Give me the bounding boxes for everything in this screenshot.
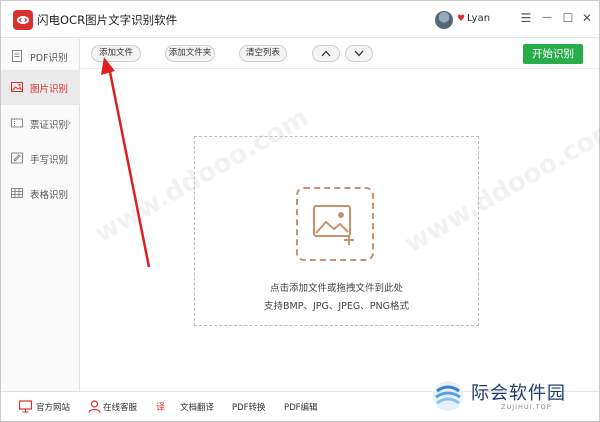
sidebar-item-label: 手写识别 [30,155,69,166]
sidebar-item-handwriting[interactable]: 手写识别 [1,141,80,176]
table-icon [11,188,23,198]
close-button[interactable]: ✕ [579,9,595,27]
sidebar-item-table[interactable]: 表格识别 [1,176,80,211]
add-file-button[interactable]: 添加文件 [91,45,141,62]
sidebar-item-ticket[interactable]: 票证识别 › [1,106,80,141]
pdf-edit-link[interactable]: PDF编辑 [284,401,318,413]
sidebar: PDF识别 图片识别 票证识别 › 手写识别 表格识别 [1,39,80,391]
app-window: www.ddooo.com www.ddooo.com 闪电OCR图片文字识别软… [0,0,600,422]
minimize-button[interactable]: — [539,9,555,27]
add-image-button[interactable] [296,187,374,261]
toolbar: 添加文件 添加文件夹 清空列表 开始识别 [81,39,599,69]
svg-text:译: 译 [156,402,165,413]
move-up-button[interactable] [312,45,340,62]
app-logo-icon [13,10,33,30]
handwriting-icon [11,152,23,164]
title-bar: 闪电OCR图片文字识别软件 ♥ Lyan ☰ — ☐ ✕ [1,1,599,38]
start-recognition-button[interactable]: 开始识别 [523,44,583,64]
sidebar-item-pdf[interactable]: PDF识别 [1,39,80,74]
drop-hint-text: 点击添加文件或拖拽文件到此处 [269,283,403,294]
sidebar-item-image[interactable]: 图片识别 [1,70,80,105]
official-website-link[interactable]: 官方网站 [36,401,70,413]
translate-icon: 译 [156,402,165,413]
pdf-convert-link[interactable]: PDF转换 [232,401,266,413]
monitor-icon [19,400,32,413]
avatar[interactable] [435,11,453,29]
sidebar-item-label: 票证识别 [30,120,69,131]
vip-heart-icon: ♥ [457,14,466,24]
brand-watermark-text: 际会软件园 [471,383,566,404]
chevron-up-icon [321,50,331,57]
sidebar-item-label: 图片识别 [30,84,69,95]
username[interactable]: Lyan [467,13,490,24]
maximize-button[interactable]: ☐ [560,9,576,27]
document-translation-link[interactable]: 文档翻译 [180,401,214,413]
sidebar-item-label: PDF识别 [30,53,68,64]
image-icon [11,82,23,92]
add-image-icon [313,205,354,245]
support-icon [88,400,101,413]
pdf-icon [12,50,22,62]
online-support-link[interactable]: 在线客服 [103,401,137,413]
menu-button[interactable]: ☰ [518,9,534,27]
file-drop-zone[interactable]: 点击添加文件或拖拽文件到此处 支持BMP、JPG、JPEG、PNG格式 [194,136,479,326]
brand-watermark-subtext: ZUJIHUI.TOP [501,403,552,411]
add-folder-button[interactable]: 添加文件夹 [165,45,215,62]
app-title: 闪电OCR图片文字识别软件 [37,13,178,27]
move-down-button[interactable] [345,45,373,62]
ticket-icon [11,118,23,128]
clear-list-button[interactable]: 清空列表 [239,45,287,62]
sidebar-item-label: 表格识别 [30,190,69,201]
brand-watermark-logo [433,381,463,411]
chevron-right-icon: › [67,116,72,129]
supported-formats-text: 支持BMP、JPG、JPEG、PNG格式 [264,301,409,312]
chevron-down-icon [354,50,364,57]
